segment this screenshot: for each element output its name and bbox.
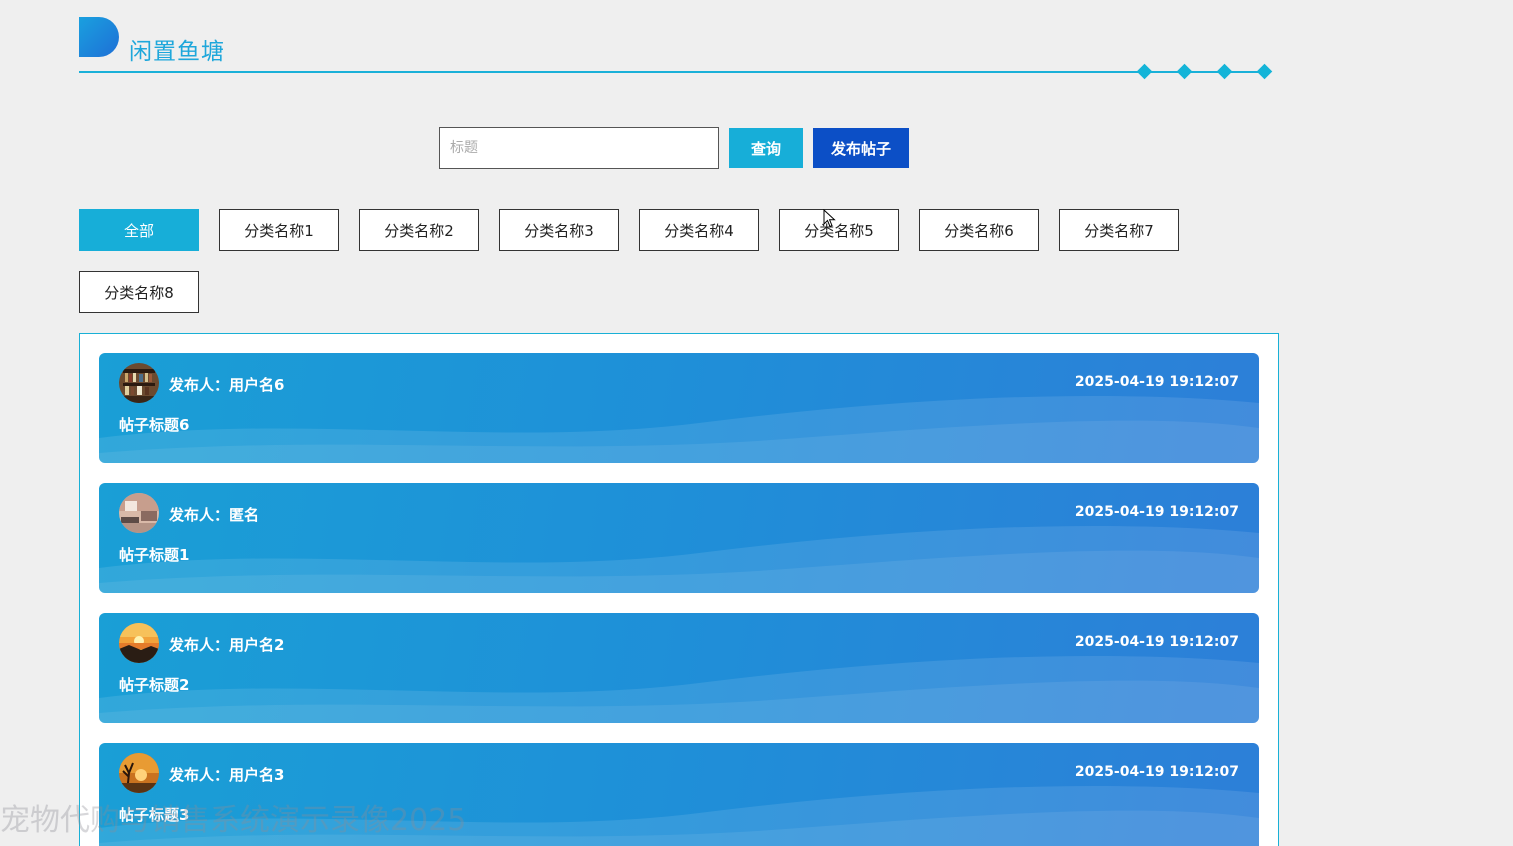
post-time: 2025-04-19 19:12:07 [1074, 634, 1239, 650]
post-card[interactable]: 发布人：匿名 2025-04-19 19:12:07 帖子标题1 [99, 483, 1259, 593]
diamond-icon [1136, 63, 1153, 80]
page-header: 闲置鱼塘 [79, 17, 1274, 80]
category-label: 全部 [123, 221, 154, 240]
category-label: 分类名称8 [104, 283, 174, 302]
category-tab-all[interactable]: 全部 [79, 209, 199, 251]
wave-background [99, 785, 1259, 846]
category-tab-4[interactable]: 分类名称4 [639, 209, 759, 251]
category-tab-2[interactable]: 分类名称2 [359, 209, 479, 251]
page-title: 闲置鱼塘 [129, 39, 225, 65]
post-time: 2025-04-19 19:12:07 [1074, 504, 1239, 520]
category-label: 分类名称2 [384, 221, 454, 240]
post-title[interactable]: 帖子标题3 [119, 804, 189, 825]
category-label: 分类名称6 [944, 221, 1014, 240]
title-search-input[interactable] [439, 127, 719, 169]
post-card[interactable]: 发布人：用户名2 2025-04-19 19:12:07 帖子标题2 [99, 613, 1259, 723]
room-avatar [119, 493, 159, 533]
category-label: 分类名称3 [524, 221, 594, 240]
query-button[interactable]: 查询 [729, 128, 803, 168]
category-tab-5[interactable]: 分类名称5 [779, 209, 899, 251]
bookshelf-avatar [119, 363, 159, 403]
post-title[interactable]: 帖子标题1 [119, 544, 189, 565]
header-divider [79, 71, 1269, 73]
category-tab-6[interactable]: 分类名称6 [919, 209, 1039, 251]
category-label: 分类名称7 [1084, 221, 1154, 240]
wave-background [99, 525, 1259, 593]
sunset-avatar [119, 623, 159, 663]
diamond-icon [1256, 63, 1273, 80]
category-tab-8[interactable]: 分类名称8 [79, 271, 199, 313]
post-time: 2025-04-19 19:12:07 [1074, 374, 1239, 390]
post-card[interactable]: 发布人：用户名6 2025-04-19 19:12:07 帖子标题6 [99, 353, 1259, 463]
category-label: 分类名称4 [664, 221, 734, 240]
post-author: 发布人：匿名 [169, 506, 260, 524]
diamond-icon [1176, 63, 1193, 80]
post-list: 发布人：用户名6 2025-04-19 19:12:07 帖子标题6 发布人：匿… [79, 333, 1279, 846]
category-tab-3[interactable]: 分类名称3 [499, 209, 619, 251]
post-title[interactable]: 帖子标题6 [119, 414, 189, 435]
mouse-cursor-icon [823, 209, 836, 228]
category-tab-7[interactable]: 分类名称7 [1059, 209, 1179, 251]
publish-post-button[interactable]: 发布帖子 [813, 128, 909, 168]
diamond-icon [1216, 63, 1233, 80]
post-author: 发布人：用户名3 [169, 766, 285, 784]
post-card[interactable]: 发布人：用户名3 2025-04-19 19:12:07 帖子标题3 [99, 743, 1259, 846]
category-label: 分类名称5 [804, 221, 874, 240]
post-title[interactable]: 帖子标题2 [119, 674, 189, 695]
logo-icon [79, 17, 119, 57]
wave-background [99, 655, 1259, 723]
tree-sunset-avatar [119, 753, 159, 793]
wave-background [99, 395, 1259, 463]
post-author: 发布人：用户名6 [169, 376, 285, 394]
category-label: 分类名称1 [244, 221, 314, 240]
post-time: 2025-04-19 19:12:07 [1074, 764, 1239, 780]
post-author: 发布人：用户名2 [169, 636, 285, 654]
category-tab-1[interactable]: 分类名称1 [219, 209, 339, 251]
